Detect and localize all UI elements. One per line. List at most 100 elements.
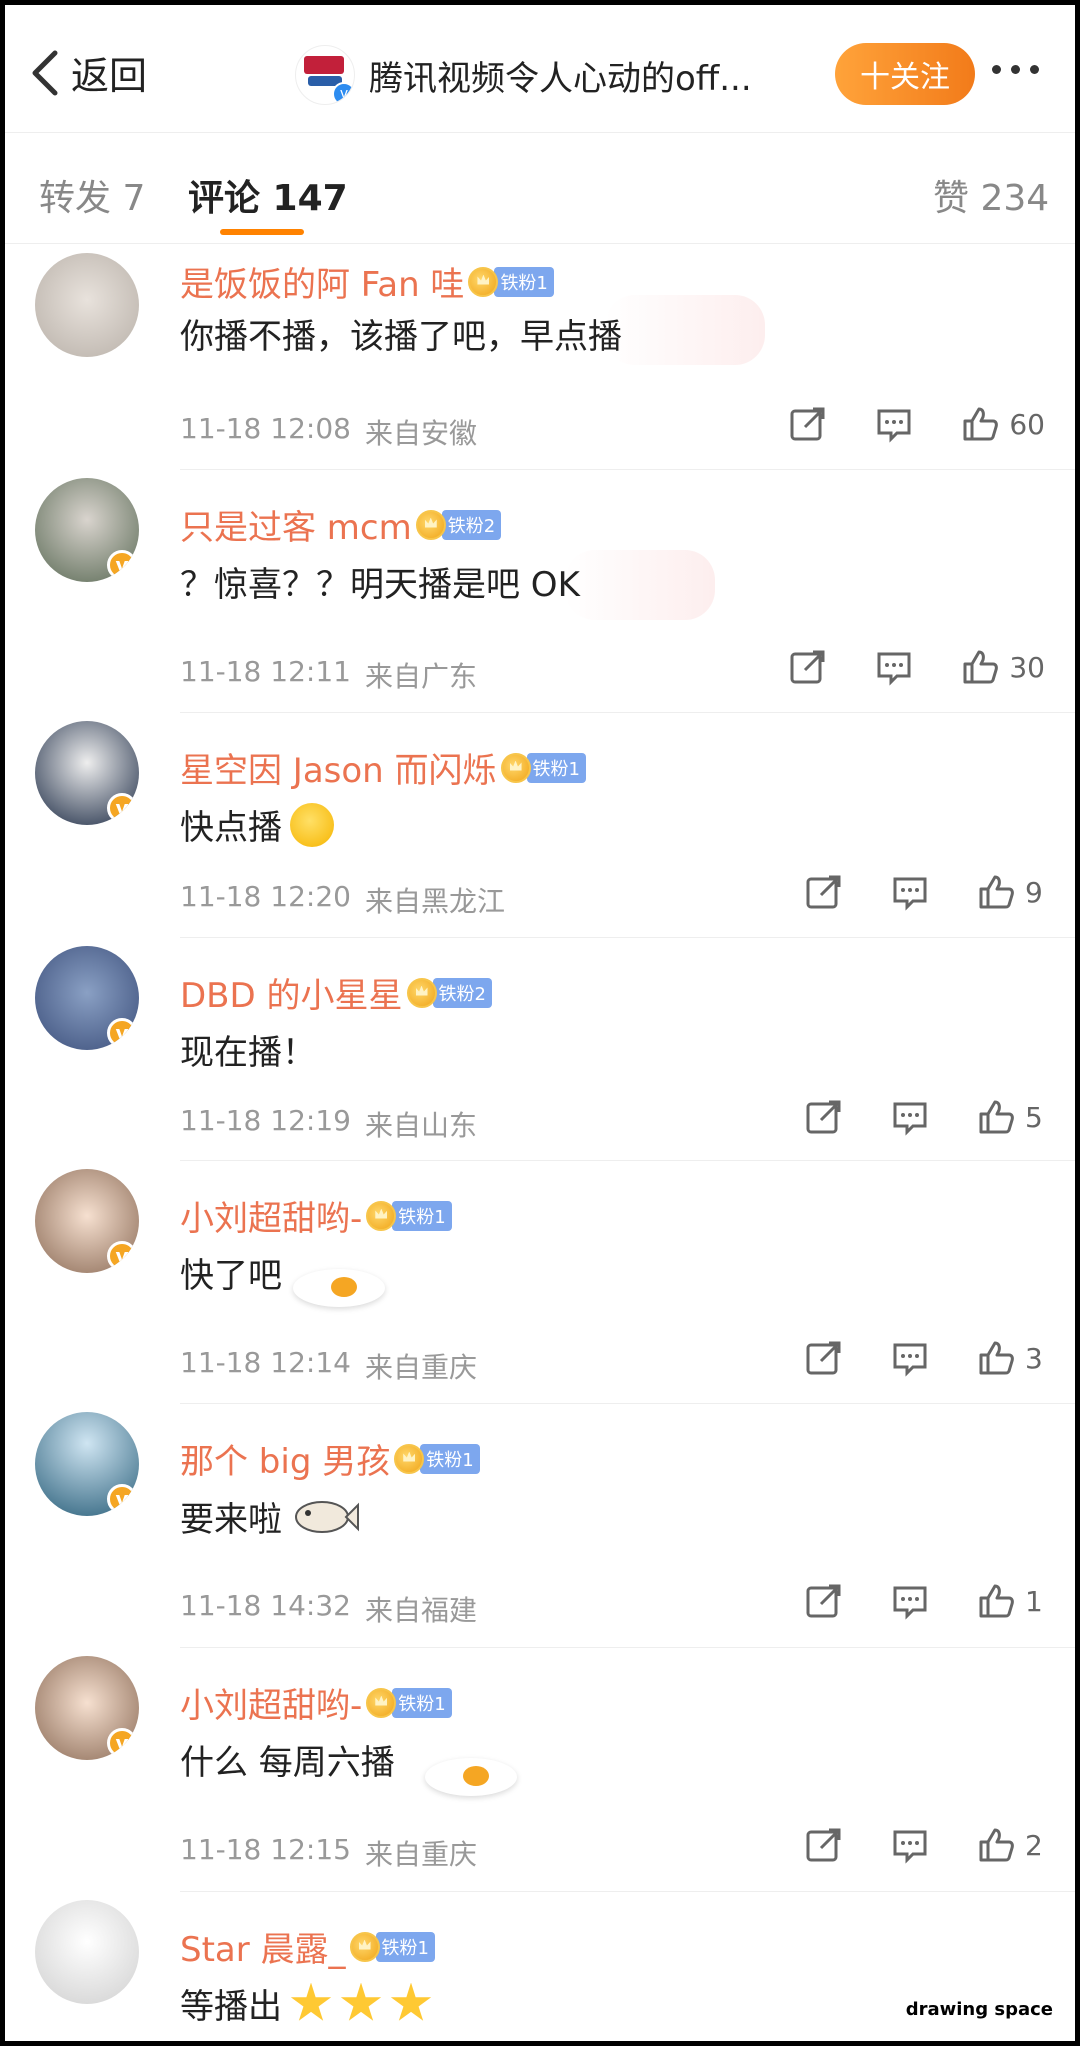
- comment-location: 来自重庆: [364, 1351, 477, 1384]
- username[interactable]: 只是过客 mcm: [180, 500, 412, 549]
- like-count: 5: [1025, 1100, 1043, 1134]
- comment-text: 快了吧: [180, 1256, 282, 1296]
- avatar[interactable]: v: [35, 1656, 139, 1760]
- tab-bar: 转发 7 评论 147 赞 234: [5, 133, 1075, 244]
- like-icon[interactable]: [977, 1582, 1015, 1620]
- username[interactable]: 是饭饭的阿 Fan 哇: [180, 257, 464, 306]
- avatar[interactable]: [35, 253, 139, 357]
- comment-text-content: 等播出: [180, 1987, 282, 2027]
- tab-comment[interactable]: 评论 147: [188, 169, 348, 221]
- fan-badge: 铁粉1: [349, 1931, 435, 1962]
- comment-meta: 11-18 12:11 来自广东: [180, 655, 477, 695]
- verified-icon: v: [107, 793, 137, 823]
- share-icon[interactable]: [789, 405, 827, 443]
- fan-badge: 铁粉1: [394, 1443, 480, 1474]
- share-icon[interactable]: [805, 1098, 843, 1136]
- more-options-icon[interactable]: [992, 65, 1039, 74]
- fan-badge: 铁粉1: [468, 266, 554, 297]
- like-icon[interactable]: [977, 1826, 1015, 1864]
- chevron-left-icon: [32, 50, 58, 95]
- like-count: 30: [1009, 650, 1045, 684]
- fan-level: 铁粉1: [392, 1200, 452, 1231]
- username[interactable]: Star 晨露_: [180, 1922, 346, 1971]
- comment-icon[interactable]: [891, 1098, 929, 1136]
- comment-actions: 5: [757, 1098, 1045, 1136]
- comment-actions: 2: [757, 1826, 1045, 1864]
- fan-level: 铁粉2: [432, 977, 492, 1008]
- share-icon[interactable]: [789, 648, 827, 686]
- comment-icon[interactable]: [875, 405, 913, 443]
- comment-time: 11-18 12:14: [180, 1346, 351, 1379]
- comment-text: ？惊喜？？明天播是吧 OK: [180, 565, 580, 605]
- share-icon[interactable]: [805, 1582, 843, 1620]
- page-title-area[interactable]: v 腾讯视频令人心动的off...: [295, 45, 752, 105]
- share-icon[interactable]: [805, 1339, 843, 1377]
- avatar[interactable]: v: [35, 1169, 139, 1273]
- comment-actions: 9: [757, 873, 1045, 911]
- star-emoji-icon: [340, 1982, 382, 2021]
- comment-text: 什么 每周六播: [180, 1743, 395, 1783]
- comment-item: 是饭饭的阿 Fan 哇 铁粉1 你播不播，该播了吧，早点播 11-18 12:0…: [5, 245, 1075, 470]
- comment-actions: 1: [757, 1582, 1045, 1620]
- comment-icon[interactable]: [891, 1826, 929, 1864]
- channel-avatar[interactable]: v: [295, 45, 355, 105]
- avatar[interactable]: v: [35, 946, 139, 1050]
- comment-item: v 小刘超甜哟- 铁粉1 什么 每周六播 11-18 12:15 来自重庆 2: [5, 1648, 1075, 1892]
- back-button[interactable]: 返回: [29, 45, 147, 100]
- comment-item: v 小刘超甜哟- 铁粉1 快了吧 11-18 12:14 来自重庆 3: [5, 1161, 1075, 1404]
- verified-icon: v: [107, 1018, 137, 1048]
- comment-icon[interactable]: [891, 1582, 929, 1620]
- comment-icon[interactable]: [891, 1339, 929, 1377]
- comment-icon[interactable]: [875, 648, 913, 686]
- like-icon[interactable]: [961, 405, 999, 443]
- comment-text: 你播不播，该播了吧，早点播: [180, 317, 622, 357]
- fan-badge: 铁粉1: [366, 1687, 452, 1718]
- fan-level: 铁粉1: [392, 1687, 452, 1718]
- smiley-emoji-icon: [290, 802, 334, 847]
- avatar[interactable]: [35, 1900, 139, 2004]
- like-icon[interactable]: [977, 873, 1015, 911]
- like-icon[interactable]: [977, 1098, 1015, 1136]
- comment-text-content: 快点播: [180, 808, 282, 848]
- username[interactable]: 小刘超甜哟-: [180, 1678, 362, 1727]
- follow-button[interactable]: 十关注: [835, 43, 975, 105]
- avatar[interactable]: v: [35, 1412, 139, 1516]
- comment-icon[interactable]: [891, 873, 929, 911]
- fan-badge: 铁粉1: [500, 752, 586, 783]
- tab-like[interactable]: 赞 234: [933, 169, 1049, 221]
- follow-label: 十关注: [860, 60, 950, 95]
- like-icon[interactable]: [961, 648, 999, 686]
- comment-meta: 11-18 12:08 来自安徽: [180, 412, 477, 452]
- star-emoji-icon: [290, 1982, 332, 2021]
- share-icon[interactable]: [805, 873, 843, 911]
- username[interactable]: 星空因 Jason 而闪烁: [180, 743, 497, 792]
- tab-repost[interactable]: 转发 7: [39, 169, 145, 221]
- avatar[interactable]: v: [35, 721, 139, 825]
- verified-icon: v: [107, 1241, 137, 1271]
- like-icon[interactable]: [977, 1339, 1015, 1377]
- comment-item: v 星空因 Jason 而闪烁 铁粉1 快点播 11-18 12:20 来自黑龙江…: [5, 713, 1075, 938]
- comment-actions: 3: [757, 1339, 1045, 1377]
- username[interactable]: 那个 big 男孩: [180, 1434, 390, 1483]
- fan-level: 铁粉1: [420, 1443, 480, 1474]
- comment-actions: 30: [741, 648, 1045, 686]
- share-icon[interactable]: [805, 1826, 843, 1864]
- top-bar: 返回 v 腾讯视频令人心动的off... 十关注: [5, 5, 1075, 133]
- like-count: 60: [1009, 407, 1045, 441]
- fan-level: 铁粉1: [494, 266, 554, 297]
- like-count: 1: [1025, 1584, 1043, 1618]
- crown-icon: [394, 1443, 425, 1474]
- comment-location: 来自福建: [364, 1594, 477, 1627]
- username[interactable]: DBD 的小星星: [180, 968, 403, 1017]
- crown-icon: [468, 266, 499, 297]
- comment-text: 要来啦: [180, 1491, 360, 1541]
- crown-icon: [366, 1687, 397, 1718]
- fan-level: 铁粉1: [526, 752, 586, 783]
- comment-location: 来自安徽: [364, 417, 477, 450]
- avatar[interactable]: v: [35, 478, 139, 582]
- username[interactable]: 小刘超甜哟-: [180, 1191, 362, 1240]
- egg-sticker: [293, 1269, 385, 1307]
- comment-location: 来自黑龙江: [364, 885, 505, 918]
- like-count: 2: [1025, 1828, 1043, 1862]
- comment-location: 来自广东: [364, 660, 477, 693]
